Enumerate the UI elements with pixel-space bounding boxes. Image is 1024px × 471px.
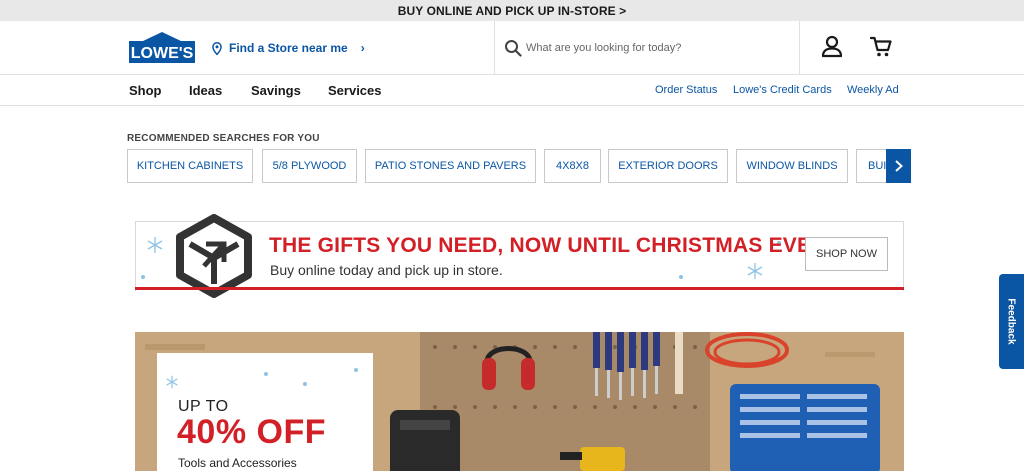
chevron-right-icon xyxy=(894,160,903,172)
feedback-tab[interactable]: Feedback xyxy=(999,274,1024,369)
holiday-subtitle: Buy online today and pick up in store. xyxy=(270,262,503,278)
credit-cards-link[interactable]: Lowe's Credit Cards xyxy=(733,84,832,96)
promo-text[interactable]: BUY ONLINE AND PICK UP IN-STORE > xyxy=(398,4,627,18)
find-store-link[interactable]: Find a Store near me › xyxy=(212,41,365,55)
offer-card: UP TO 40% OFF Tools and Accessories xyxy=(157,353,373,471)
search-icon[interactable] xyxy=(504,39,522,57)
map-pin-icon xyxy=(212,41,222,55)
chip-exterior-doors[interactable]: EXTERIOR DOORS xyxy=(608,149,728,183)
holiday-banner[interactable]: THE GIFTS YOU NEED, NOW UNTIL CHRISTMAS … xyxy=(135,214,904,298)
logo-text: LOWE'S xyxy=(131,45,194,62)
chip-4x8x8[interactable]: 4X8X8 xyxy=(544,149,601,183)
feedback-label: Feedback xyxy=(1006,298,1018,345)
find-store-label: Find a Store near me xyxy=(229,41,348,55)
cart-icon[interactable] xyxy=(869,35,892,64)
holiday-banner-underline xyxy=(135,287,904,290)
nav-shop[interactable]: Shop xyxy=(129,83,162,98)
main-nav: Shop Ideas Savings Services Order Status… xyxy=(0,75,1024,106)
snowflake-icon xyxy=(166,375,178,389)
chevron-right-icon: › xyxy=(360,41,365,55)
order-status-link[interactable]: Order Status xyxy=(655,84,717,96)
weekly-ad-link[interactable]: Weekly Ad xyxy=(847,84,899,96)
search-input[interactable] xyxy=(526,42,786,54)
search-bar[interactable] xyxy=(494,21,800,75)
chip-plywood[interactable]: 5/8 PLYWOOD xyxy=(262,149,357,183)
snowflake-icon xyxy=(147,237,163,253)
chip-patio-stones[interactable]: PATIO STONES AND PAVERS xyxy=(365,149,536,183)
carousel-next-button[interactable] xyxy=(886,149,911,183)
recommended-title: RECOMMENDED SEARCHES FOR YOU xyxy=(127,133,320,144)
nav-ideas[interactable]: Ideas xyxy=(189,83,222,98)
pickup-box-icon xyxy=(176,214,252,298)
recommended-chips: KITCHEN CABINETS 5/8 PLYWOOD PATIO STONE… xyxy=(127,149,911,183)
offer-discount: 40% OFF xyxy=(177,413,326,451)
snow-dot xyxy=(354,368,358,372)
nav-savings[interactable]: Savings xyxy=(251,83,301,98)
snowflake-icon xyxy=(747,263,763,279)
offer-category: Tools and Accessories xyxy=(178,456,297,470)
snow-dot xyxy=(141,275,145,279)
account-icon[interactable] xyxy=(821,35,843,64)
holiday-title: THE GIFTS YOU NEED, NOW UNTIL CHRISTMAS … xyxy=(269,234,812,257)
lowes-logo[interactable]: LOWE'S xyxy=(128,31,196,65)
shop-now-button[interactable]: SHOP NOW xyxy=(805,237,888,271)
nav-services[interactable]: Services xyxy=(328,83,382,98)
chip-kitchen-cabinets[interactable]: KITCHEN CABINETS xyxy=(127,149,253,183)
chip-window-blinds[interactable]: WINDOW BLINDS xyxy=(736,149,848,183)
tools-hero-banner[interactable]: UP TO 40% OFF Tools and Accessories xyxy=(135,332,904,471)
snow-dot xyxy=(264,372,268,376)
header: LOWE'S Find a Store near me › xyxy=(0,21,1024,75)
snow-dot xyxy=(303,382,307,386)
snow-dot xyxy=(679,275,683,279)
promo-bar[interactable]: BUY ONLINE AND PICK UP IN-STORE > xyxy=(0,0,1024,21)
